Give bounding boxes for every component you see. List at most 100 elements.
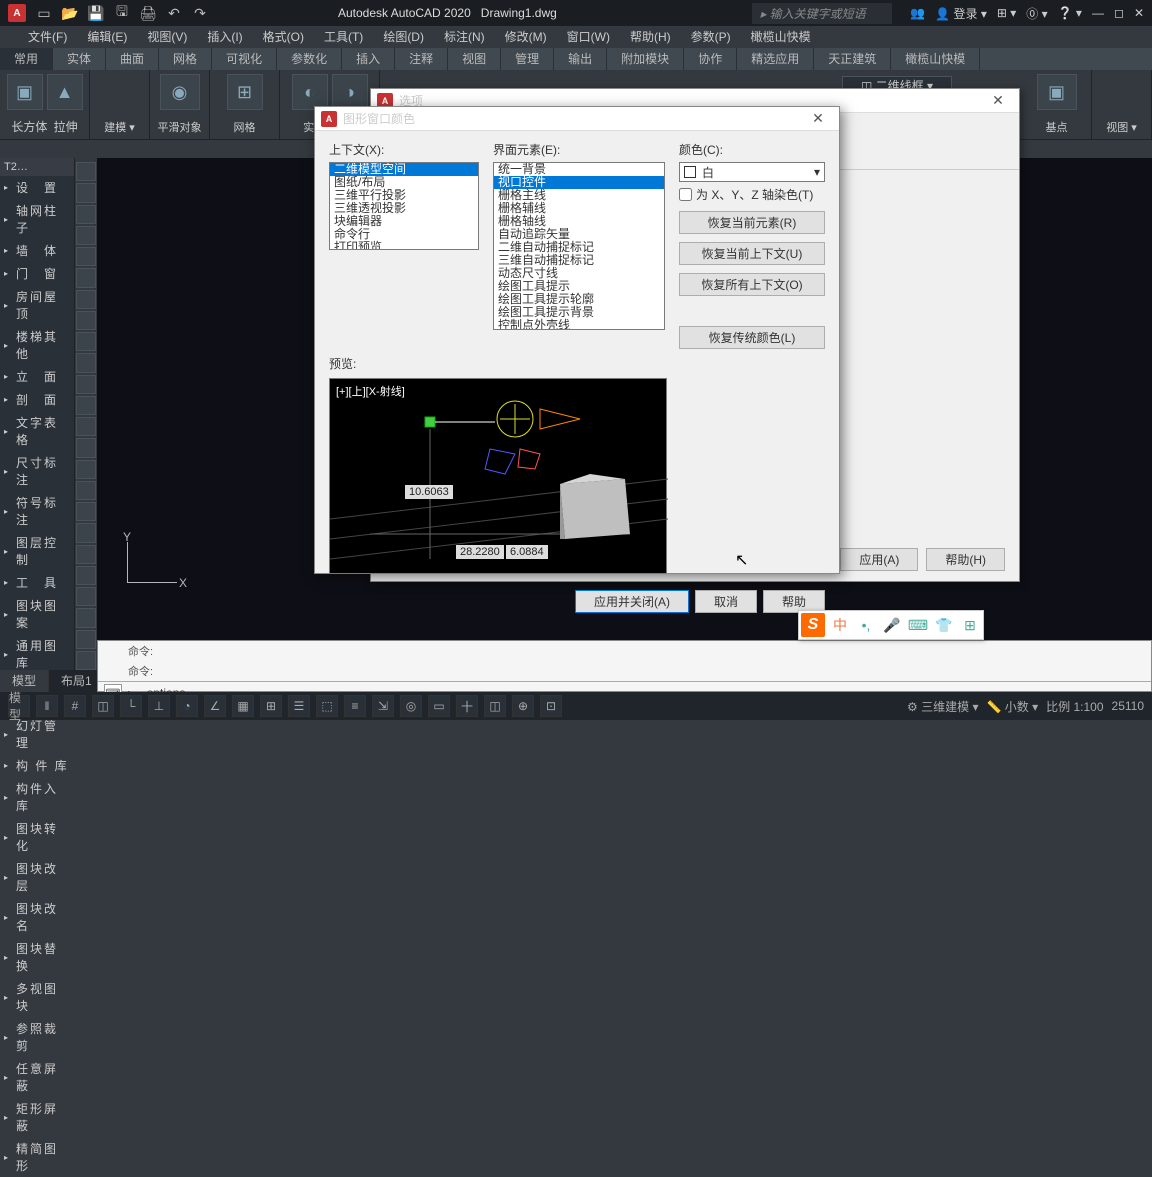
status-toggle[interactable]: ∠: [204, 695, 226, 717]
menu-item[interactable]: 视图(V): [139, 26, 195, 48]
ribbon-tab[interactable]: 曲面: [106, 48, 159, 70]
tint-checkbox[interactable]: 为 X、Y、Z 轴染色(T): [679, 186, 825, 203]
tool-button[interactable]: [76, 396, 96, 415]
basepoint-button[interactable]: ▣: [1037, 74, 1077, 110]
ime-voice-icon[interactable]: 🎤: [881, 614, 903, 636]
menu-item[interactable]: 标注(N): [436, 26, 493, 48]
mesh-group[interactable]: 网格: [234, 119, 256, 135]
mesh-button[interactable]: ⊞: [227, 74, 263, 110]
status-toggle[interactable]: ⊕: [512, 695, 534, 717]
open-icon[interactable]: 📂: [60, 3, 80, 23]
menu-item[interactable]: 帮助(H): [622, 26, 679, 48]
status-toggle[interactable]: ⊡: [540, 695, 562, 717]
ribbon-tab[interactable]: 精选应用: [737, 48, 814, 70]
ribbon-tab[interactable]: 注释: [395, 48, 448, 70]
menu-item[interactable]: 格式(O): [255, 26, 312, 48]
close-icon[interactable]: ✕: [1134, 6, 1144, 20]
context-item[interactable]: 打印预览: [330, 241, 478, 250]
a360-icon[interactable]: ⓪ ▾: [1026, 5, 1047, 22]
left-panel-item[interactable]: 立 面: [0, 365, 74, 388]
view-group[interactable]: 视图 ▾: [1106, 119, 1137, 135]
left-panel-item[interactable]: 图块改层: [0, 857, 74, 897]
workspace-switch[interactable]: ⚙ 三维建模 ▾: [907, 698, 978, 715]
signin-button[interactable]: 👤 登录 ▾: [935, 5, 987, 22]
help-button[interactable]: 帮助(H): [926, 548, 1005, 571]
ime-menu-icon[interactable]: ⊞: [959, 614, 981, 636]
left-panel-item[interactable]: 矩形屏蔽: [0, 1097, 74, 1137]
left-panel-item[interactable]: 图块改名: [0, 897, 74, 937]
element-listbox[interactable]: 统一背景视口控件栅格主线栅格辅线栅格轴线自动追踪矢量二维自动捕捉标记三维自动捕捉…: [493, 162, 665, 330]
context-listbox[interactable]: 二维模型空间图纸/布局三维平行投影三维透视投影块编辑器命令行打印预览: [329, 162, 479, 250]
colors-close-button[interactable]: ✕: [803, 110, 833, 127]
tool-button[interactable]: [76, 651, 96, 670]
app-logo[interactable]: A: [8, 4, 26, 22]
ime-keyboard-icon[interactable]: ⌨: [907, 614, 929, 636]
left-panel-item[interactable]: 文字表格: [0, 411, 74, 451]
share-icon[interactable]: 👥: [910, 6, 925, 20]
status-toggle[interactable]: 十: [456, 695, 478, 717]
restore-context-button[interactable]: 恢复当前上下文(U): [679, 242, 825, 265]
ime-logo-icon[interactable]: S: [801, 613, 825, 637]
left-panel-tab[interactable]: T2…: [0, 158, 74, 176]
element-item[interactable]: 控制点外壳线: [494, 319, 664, 330]
tool-button[interactable]: [76, 375, 96, 394]
status-toggle[interactable]: ◎: [400, 695, 422, 717]
scale-status[interactable]: 比例 1:100: [1046, 698, 1103, 715]
apply-close-button[interactable]: 应用并关闭(A): [575, 590, 689, 613]
menu-item[interactable]: 文件(F): [20, 26, 75, 48]
status-toggle[interactable]: ▭: [428, 695, 450, 717]
status-toggle[interactable]: ◫: [484, 695, 506, 717]
ime-toolbar[interactable]: S 中 •, 🎤 ⌨ 👕 ⊞: [798, 610, 984, 640]
cancel-button[interactable]: 取消: [695, 590, 757, 613]
menu-item[interactable]: 插入(I): [199, 26, 250, 48]
menu-item[interactable]: 工具(T): [316, 26, 371, 48]
left-panel-item[interactable]: 任意屏蔽: [0, 1057, 74, 1097]
tool-button[interactable]: [76, 438, 96, 457]
left-panel-item[interactable]: 通用图库: [0, 634, 74, 674]
left-panel-item[interactable]: 符号标注: [0, 491, 74, 531]
status-toggle[interactable]: └: [120, 695, 142, 717]
left-panel-item[interactable]: 设 置: [0, 176, 74, 199]
modeling-group[interactable]: 建模 ▾: [104, 119, 135, 135]
status-toggle[interactable]: ≡: [344, 695, 366, 717]
ribbon-tab[interactable]: 可视化: [212, 48, 277, 70]
ribbon-tab[interactable]: 插入: [342, 48, 395, 70]
extrude-button[interactable]: ▲: [47, 74, 83, 110]
left-panel-item[interactable]: 工 具: [0, 571, 74, 594]
redo-icon[interactable]: ↷: [190, 3, 210, 23]
color-dropdown[interactable]: 白▾: [679, 162, 825, 182]
status-toggle[interactable]: ⊥: [148, 695, 170, 717]
left-panel-item[interactable]: 轴网柱子: [0, 199, 74, 239]
apply-button[interactable]: 应用(A): [840, 548, 918, 571]
menu-item[interactable]: 绘图(D): [375, 26, 432, 48]
status-toggle[interactable]: ‖: [36, 695, 58, 717]
status-toggle[interactable]: ⊞: [260, 695, 282, 717]
ribbon-tab[interactable]: 协作: [684, 48, 737, 70]
subtract-button[interactable]: ◑: [332, 74, 368, 110]
status-toggle[interactable]: ☰: [288, 695, 310, 717]
ribbon-tab[interactable]: 附加模块: [607, 48, 684, 70]
menu-item[interactable]: 参数(P): [683, 26, 739, 48]
tool-button[interactable]: [76, 523, 96, 542]
menu-item[interactable]: 修改(M): [497, 26, 555, 48]
ribbon-tab[interactable]: 输出: [554, 48, 607, 70]
help-icon[interactable]: ❔ ▾: [1058, 6, 1082, 20]
tool-button[interactable]: [76, 205, 96, 224]
exchange-icon[interactable]: ⊞ ▾: [997, 6, 1016, 20]
saveas-icon[interactable]: 🖫: [112, 3, 132, 23]
tool-button[interactable]: [76, 247, 96, 266]
menu-item[interactable]: 窗口(W): [559, 26, 618, 48]
union-button[interactable]: ◐: [292, 74, 328, 110]
left-panel-item[interactable]: 墙 体: [0, 239, 74, 262]
left-panel-item[interactable]: 图块替换: [0, 937, 74, 977]
status-toggle[interactable]: ◔: [176, 695, 198, 717]
left-panel-item[interactable]: 幻灯管理: [0, 714, 74, 754]
left-panel-item[interactable]: 门 窗: [0, 262, 74, 285]
restore-element-button[interactable]: 恢复当前元素(R): [679, 211, 825, 234]
status-toggle[interactable]: ◫: [92, 695, 114, 717]
menu-item[interactable]: 编辑(E): [79, 26, 135, 48]
tool-button[interactable]: [76, 630, 96, 649]
command-line[interactable]: 命令: 命令: ⌨ ▸_options: [97, 640, 1152, 692]
ribbon-tab[interactable]: 参数化: [277, 48, 342, 70]
left-panel-item[interactable]: 构 件 库: [0, 754, 74, 777]
